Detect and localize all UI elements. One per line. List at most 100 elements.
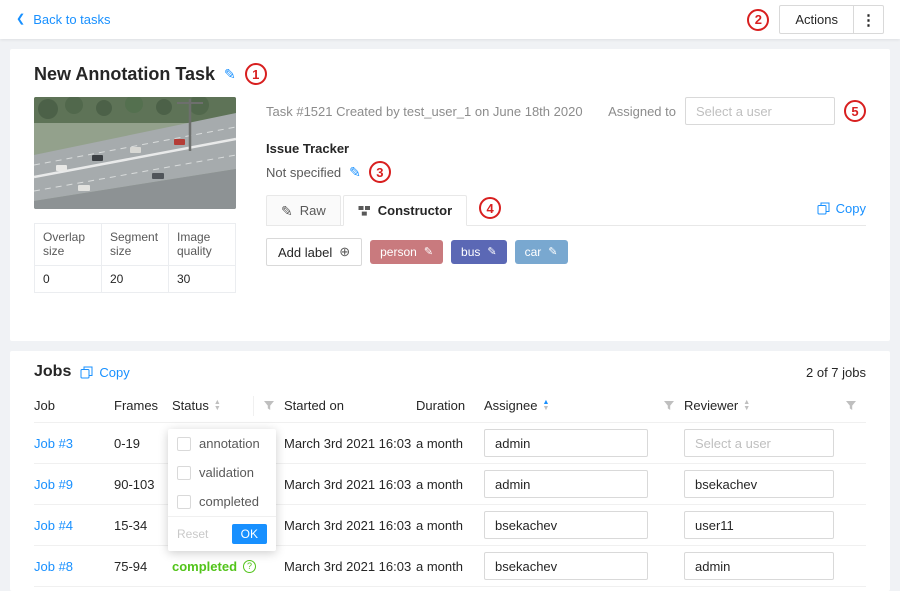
edit-label-icon[interactable]: ✎ (548, 247, 557, 258)
job-row: Job #3 0-19 March 3rd 2021 16:03 a month (34, 423, 866, 464)
label-chip-person[interactable]: person ✎ (370, 240, 443, 264)
job-frames: 0-19 (114, 436, 172, 451)
filter-option-annotation[interactable]: annotation (168, 429, 276, 458)
job-link[interactable]: Job #9 (34, 477, 73, 492)
column-status[interactable]: Status ▲▼ (172, 389, 284, 422)
annotation-circle-4: 4 (479, 197, 501, 219)
sort-carets-icon[interactable]: ▲▼ (214, 400, 221, 412)
jobs-title: Jobs (34, 363, 71, 381)
topbar-actions-area: 2 Actions ⋮ (747, 5, 884, 34)
edit-issue-tracker-icon[interactable]: ✎ (349, 165, 361, 179)
tab-constructor-label: Constructor (378, 203, 452, 218)
job-duration: a month (416, 518, 484, 533)
add-label-text: Add label (278, 245, 332, 260)
sort-carets-icon[interactable]: ▲▼ (542, 400, 549, 412)
column-reviewer[interactable]: Reviewer ▲▼ (684, 389, 866, 422)
job-reviewer-input[interactable] (684, 470, 834, 498)
job-started: March 3rd 2021 16:03 (284, 559, 416, 574)
tab-constructor[interactable]: Constructor (343, 195, 467, 226)
sort-carets-icon[interactable]: ▲▼ (743, 400, 750, 412)
task-left-column: Overlap size Segment size Image quality … (34, 97, 236, 293)
checkbox-icon[interactable] (177, 437, 191, 451)
cvat-task-page: { "icons": {"back":"❮","more":"⋮","edit"… (0, 0, 900, 590)
job-reviewer-input[interactable] (684, 511, 834, 539)
job-assignee-input[interactable] (484, 511, 648, 539)
question-circle-icon[interactable]: ? (243, 560, 256, 573)
more-menu-button[interactable]: ⋮ (854, 5, 884, 34)
filter-reset-button[interactable]: Reset (177, 527, 208, 541)
vertical-dots-icon: ⋮ (861, 11, 876, 29)
task-title-row: New Annotation Task ✎ 1 (34, 63, 866, 85)
label-chip-bus[interactable]: bus ✎ (451, 240, 507, 264)
copy-labels-link[interactable]: Copy (817, 201, 866, 216)
filter-option-completed[interactable]: completed (168, 487, 276, 516)
label-chip-bus-name: bus (461, 245, 480, 259)
reviewer-filter-icon[interactable] (836, 396, 866, 416)
job-row: Job #8 75-94 completed ? March 3rd 2021 … (34, 546, 866, 587)
add-label-button[interactable]: Add label ⊕ (266, 238, 362, 266)
param-header-segment: Segment size (102, 224, 169, 266)
back-to-tasks-link[interactable]: ❮ Back to tasks (16, 12, 111, 27)
issue-tracker-value: Not specified (266, 165, 341, 180)
copy-labels-label: Copy (836, 201, 866, 216)
assigned-to-group: Assigned to 5 (608, 97, 866, 125)
param-header-overlap: Overlap size (35, 224, 102, 266)
annotation-circle-5: 5 (844, 100, 866, 122)
annotation-circle-1: 1 (245, 63, 267, 85)
checkbox-icon[interactable] (177, 466, 191, 480)
job-reviewer-input[interactable] (684, 429, 834, 457)
task-assignee-input[interactable] (685, 97, 835, 125)
job-reviewer-input[interactable] (684, 552, 834, 580)
tab-raw[interactable]: ✎ Raw (266, 195, 341, 226)
constructor-blocks-icon (358, 205, 371, 217)
jobs-card: Jobs Copy 2 of 7 jobs Job Frames Status … (10, 351, 890, 591)
task-right-column: Task #1521 Created by test_user_1 on Jun… (266, 97, 866, 293)
job-status: completed ? (172, 559, 284, 574)
param-value-overlap: 0 (35, 266, 102, 293)
column-started-on: Started on (284, 389, 416, 422)
column-assignee[interactable]: Assignee ▲▼ (484, 389, 684, 422)
param-value-segment: 20 (102, 266, 169, 293)
annotation-circle-2: 2 (747, 9, 769, 31)
jobs-count: 2 of 7 jobs (806, 365, 866, 380)
jobs-table: Job Frames Status ▲▼ Started on Duration… (34, 389, 866, 587)
job-assignee-input[interactable] (484, 470, 648, 498)
back-to-tasks-label: Back to tasks (33, 12, 110, 27)
task-details-card: New Annotation Task ✎ 1 (10, 49, 890, 341)
plus-circle-icon: ⊕ (339, 244, 350, 260)
actions-button[interactable]: Actions (779, 5, 854, 34)
job-link[interactable]: Job #8 (34, 559, 73, 574)
edit-label-icon[interactable]: ✎ (424, 247, 433, 258)
checkbox-icon[interactable] (177, 495, 191, 509)
task-parameters-table: Overlap size Segment size Image quality … (34, 223, 236, 293)
job-duration: a month (416, 559, 484, 574)
assignee-filter-icon[interactable] (654, 396, 684, 416)
column-job: Job (34, 389, 114, 422)
job-duration: a month (416, 477, 484, 492)
job-link[interactable]: Job #3 (34, 436, 73, 451)
jobs-table-header: Job Frames Status ▲▼ Started on Duration… (34, 389, 866, 423)
job-assignee-input[interactable] (484, 552, 648, 580)
filter-ok-button[interactable]: OK (232, 524, 267, 544)
edit-title-icon[interactable]: ✎ (224, 67, 236, 81)
assigned-to-label: Assigned to (608, 104, 676, 119)
job-frames: 90-103 (114, 477, 172, 492)
job-frames: 75-94 (114, 559, 172, 574)
status-filter-dropdown: annotation validation completed Reset OK (168, 429, 276, 551)
job-started: March 3rd 2021 16:03 (284, 518, 416, 533)
issue-tracker-label: Issue Tracker (266, 141, 866, 156)
job-started: March 3rd 2021 16:03 (284, 477, 416, 492)
filter-option-label: annotation (199, 436, 260, 451)
job-assignee-input[interactable] (484, 429, 648, 457)
copy-jobs-link[interactable]: Copy (80, 365, 129, 380)
column-duration: Duration (416, 389, 484, 422)
edit-label-icon[interactable]: ✎ (487, 247, 496, 258)
job-link[interactable]: Job #4 (34, 518, 73, 533)
annotation-circle-3: 3 (369, 161, 391, 183)
actions-button-group: Actions ⋮ (779, 5, 884, 34)
status-filter-icon[interactable] (253, 396, 284, 416)
task-meta-text: Task #1521 Created by test_user_1 on Jun… (266, 104, 583, 119)
filter-option-validation[interactable]: validation (168, 458, 276, 487)
job-row: Job #4 15-34 March 3rd 2021 16:03 a mont… (34, 505, 866, 546)
label-chip-car[interactable]: car ✎ (515, 240, 568, 264)
